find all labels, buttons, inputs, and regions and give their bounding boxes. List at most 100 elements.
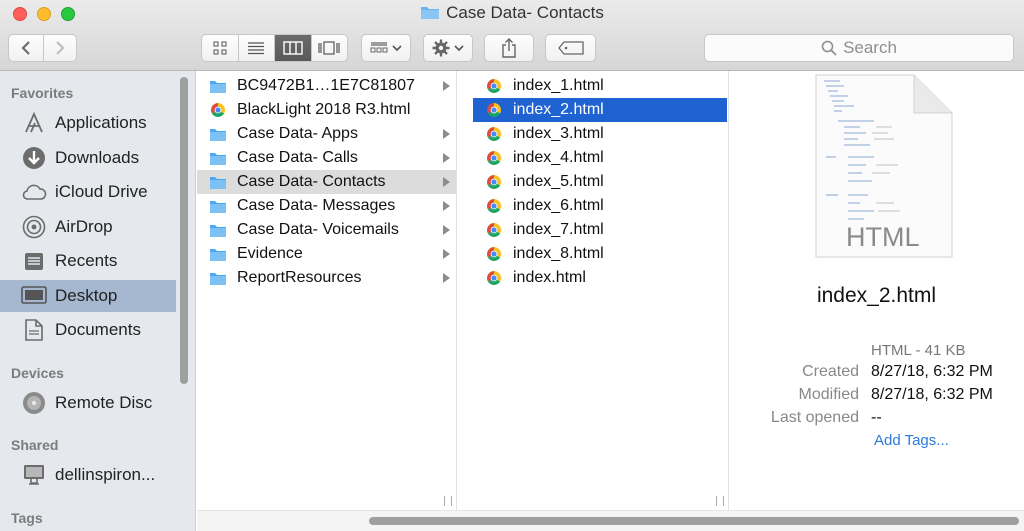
thumbnail-label: HTML (846, 222, 920, 252)
sidebar-item-airdrop[interactable]: AirDrop (0, 211, 176, 243)
file-name: BlackLight 2018 R3.html (237, 101, 411, 118)
html-document-thumbnail: HTML (815, 74, 953, 258)
column-case-data-contacts: index_1.html index_2.html index_3.htmlinde… (457, 71, 729, 510)
horizontal-scrollbar-thumb[interactable] (369, 517, 1019, 525)
folder-icon (209, 78, 227, 94)
search-field[interactable]: Search (704, 34, 1014, 62)
window-title-text: Case Data- Contacts (446, 3, 604, 22)
column-view-button[interactable] (275, 35, 312, 61)
disc-icon (21, 390, 47, 416)
cover-flow-button[interactable] (312, 35, 348, 61)
icon-view-button[interactable] (202, 35, 239, 61)
sidebar-item-downloads[interactable]: Downloads (0, 142, 176, 174)
downloads-icon (21, 145, 47, 171)
file-row-blacklight-2018-r3-html[interactable]: BlackLight 2018 R3.html (197, 98, 456, 122)
file-row-index-6-html[interactable]: index_6.html (473, 194, 727, 218)
file-name: Case Data- Messages (237, 197, 396, 214)
file-row-reportresources[interactable]: ReportResources (197, 266, 456, 290)
sidebar-item-label: Downloads (55, 148, 140, 167)
file-row-case-data-apps[interactable]: Case Data- Apps (197, 122, 456, 146)
file-row-index-html[interactable]: index.html (473, 266, 727, 290)
file-row-index-7-html[interactable]: index_7.html (473, 218, 727, 242)
file-row-index-5-html[interactable]: index_5.html (473, 170, 727, 194)
applications-icon (21, 110, 47, 136)
folder-icon (209, 246, 227, 262)
chevron-left-icon (21, 41, 30, 55)
column-desktop: BC9472B1…1E7C81807 BlackLight 2018 R3.htm… (197, 71, 457, 510)
file-row-bc9472b1-1e7c81807[interactable]: BC9472B1…1E7C81807 (197, 74, 456, 98)
file-name: index_7.html (513, 221, 604, 238)
sidebar-item-recents[interactable]: Recents (0, 245, 176, 277)
list-view-button[interactable] (239, 35, 275, 61)
sidebar-section-tags: Tags (11, 510, 43, 526)
desktop-icon (21, 283, 47, 309)
sidebar-section-favorites: Favorites (11, 85, 74, 101)
edit-tags-button[interactable] (545, 34, 596, 62)
sidebar-item-documents[interactable]: Documents (0, 314, 176, 346)
column-resize-handle[interactable] (716, 496, 724, 506)
file-row-evidence[interactable]: Evidence (197, 242, 456, 266)
file-name: Case Data- Calls (237, 149, 358, 166)
folder-icon (209, 222, 227, 238)
chrome-file-icon (485, 222, 503, 238)
file-name: Case Data- Contacts (237, 173, 386, 190)
file-row-case-data-messages[interactable]: Case Data- Messages (197, 194, 456, 218)
back-button[interactable] (9, 35, 43, 61)
sidebar-section-devices: Devices (11, 365, 64, 381)
file-row-case-data-voicemails[interactable]: Case Data- Voicemails (197, 218, 456, 242)
sidebar-item-label: Remote Disc (55, 393, 153, 412)
file-row-index-1-html[interactable]: index_1.html (473, 74, 727, 98)
last-opened-value: -- (871, 409, 882, 426)
file-name: index_8.html (513, 245, 604, 262)
file-row-case-data-calls[interactable]: Case Data- Calls (197, 146, 456, 170)
file-row-case-data-contacts[interactable]: Case Data- Contacts (197, 170, 456, 194)
horizontal-scrollbar (197, 510, 1024, 531)
chrome-file-icon (485, 78, 503, 94)
folder-icon (209, 126, 227, 142)
action-button[interactable] (423, 34, 473, 62)
file-row-index-8-html[interactable]: index_8.html (473, 242, 727, 266)
share-icon (502, 38, 516, 58)
file-row-index-2-html[interactable]: index_2.html (473, 98, 727, 122)
sidebar-item-dellinspiron[interactable]: dellinspiron... (0, 459, 176, 491)
file-row-index-3-html[interactable]: index_3.html (473, 122, 727, 146)
file-name: index_6.html (513, 197, 604, 214)
disclosure-arrow-icon (443, 177, 450, 187)
last-opened-label: Last opened (770, 409, 859, 426)
column-view-icon (283, 41, 303, 55)
add-tags-link[interactable]: Add Tags... (874, 432, 949, 449)
sidebar-item-label: Desktop (55, 286, 118, 305)
gear-icon (432, 39, 450, 57)
search-icon (821, 40, 837, 56)
chrome-file-icon (209, 102, 227, 118)
share-button[interactable] (484, 34, 534, 62)
finder-window: Case Data- Contacts Search Favorites App… (0, 0, 1024, 531)
folder-icon (209, 174, 227, 190)
folder-icon (209, 198, 227, 214)
sidebar-scrollbar[interactable] (180, 77, 188, 384)
chevron-down-icon (454, 45, 464, 52)
sidebar-item-desktop[interactable]: Desktop (0, 280, 176, 312)
disclosure-arrow-icon (443, 129, 450, 139)
sidebar-item-label: iCloud Drive (55, 182, 148, 201)
sidebar-item-icloud-drive[interactable]: iCloud Drive (0, 176, 176, 208)
modified-value: 8/27/18, 6:32 PM (871, 386, 993, 403)
sidebar-item-label: Documents (55, 320, 141, 339)
file-name: index_3.html (513, 125, 604, 142)
file-row-index-4-html[interactable]: index_4.html (473, 146, 727, 170)
sidebar-item-applications[interactable]: Applications (0, 107, 176, 139)
chrome-file-icon (485, 174, 503, 190)
recents-icon (21, 248, 47, 274)
sidebar-item-label: dellinspiron... (55, 465, 156, 484)
sidebar-item-remote-disc[interactable]: Remote Disc (0, 387, 176, 419)
sidebar-item-label: Applications (55, 113, 147, 132)
column-resize-handle[interactable] (444, 496, 452, 506)
folder-icon (209, 270, 227, 286)
icon-view-icon (213, 41, 227, 55)
window-title: Case Data- Contacts (0, 3, 1024, 23)
arrange-button[interactable] (361, 34, 411, 62)
forward-button[interactable] (42, 35, 77, 61)
file-name: Evidence (237, 245, 303, 262)
disclosure-arrow-icon (443, 81, 450, 91)
file-name: ReportResources (237, 269, 362, 286)
